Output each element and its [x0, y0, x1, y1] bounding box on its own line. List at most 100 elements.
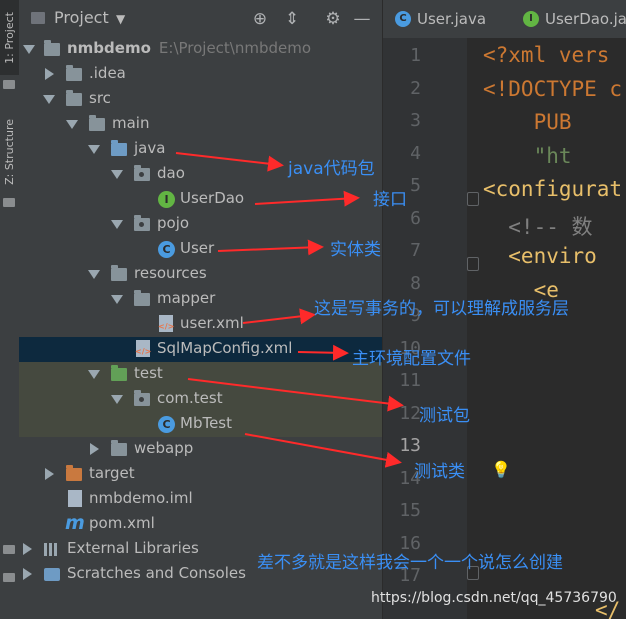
line-number: 8 — [410, 272, 421, 294]
annotation-entity-class: 实体类 — [330, 240, 381, 260]
line-number: 6 — [410, 207, 421, 229]
expand-arrow-icon[interactable] — [66, 120, 78, 129]
web-tool-icon[interactable] — [3, 573, 15, 582]
tree-label: webapp — [134, 439, 194, 457]
tree-row-mbtest[interactable]: C MbTest — [19, 412, 382, 437]
tree-label: User — [180, 239, 215, 257]
tab-user-java[interactable]: C User.java — [395, 0, 486, 38]
package-icon — [134, 390, 150, 406]
folder-icon — [134, 290, 150, 306]
tree-row-main[interactable]: main — [19, 112, 382, 137]
annotation-java-package: java代码包 — [288, 159, 375, 179]
code-line[interactable]: <!DOCTYPE c — [483, 77, 622, 101]
xml-file-icon — [135, 340, 151, 357]
expand-arrow-icon[interactable] — [88, 145, 100, 154]
web-folder-icon — [111, 440, 127, 456]
code-line[interactable]: "ht — [483, 144, 572, 168]
tree-label: MbTest — [180, 414, 233, 432]
annotation-main-config: 主环境配置文件 — [352, 349, 471, 369]
tree-label: target — [89, 464, 135, 482]
code-line[interactable]: <?xml vers — [483, 43, 609, 67]
tree-label: pom.xml — [89, 514, 155, 532]
tree-label: test — [134, 364, 163, 382]
expand-arrow-icon[interactable] — [88, 270, 100, 279]
module-folder-icon — [44, 40, 60, 56]
resources-folder-icon — [111, 265, 127, 281]
annotation-test-package: 测试包 — [419, 406, 470, 426]
tree-row-user[interactable]: C User — [19, 237, 382, 262]
expand-arrow-icon[interactable] — [111, 220, 123, 229]
tree-row-pojo[interactable]: pojo — [19, 212, 382, 237]
iml-file-icon — [68, 490, 82, 507]
collapsed-arrow-icon[interactable] — [45, 468, 54, 480]
chevron-down-icon[interactable]: ▼ — [116, 12, 125, 26]
annotation-footer-note: 差不多就是这样我会一个一个说怎么创建 — [257, 553, 563, 573]
folder-icon — [66, 65, 82, 81]
expand-arrow-icon[interactable] — [111, 395, 123, 404]
code-line[interactable]: PUB — [483, 110, 572, 134]
tree-label: mapper — [157, 289, 216, 307]
favorites-tool-icon[interactable] — [3, 545, 15, 554]
tree-row-com-test[interactable]: com.test — [19, 387, 382, 412]
expand-arrow-icon[interactable] — [111, 170, 123, 179]
tool-window-strip: 1: Project Z: Structure — [0, 0, 20, 619]
tree-row-sqlmapconfig[interactable]: SqlMapConfig.xml — [19, 337, 382, 362]
collapsed-arrow-icon[interactable] — [23, 543, 32, 555]
excluded-folder-icon — [66, 465, 82, 481]
annotation-test-class: 测试类 — [414, 462, 465, 482]
expand-arrow-icon[interactable] — [23, 45, 35, 54]
code-line[interactable]: <!-- 数 — [483, 211, 592, 241]
project-panel-header: Project ▼ ⊕ ⇕ ⚙ — — [19, 0, 382, 38]
tree-label: External Libraries — [67, 539, 199, 557]
expand-arrow-icon[interactable] — [111, 295, 123, 304]
expand-arrow-icon[interactable] — [88, 370, 100, 379]
collapsed-arrow-icon[interactable] — [45, 68, 54, 80]
collapse-all-icon[interactable]: ⇕ — [281, 8, 303, 30]
structure-tool-tab[interactable]: Z: Structure — [0, 112, 19, 192]
tree-label: Scratches and Consoles — [67, 564, 246, 582]
tree-row-iml[interactable]: nmbdemo.iml — [19, 487, 382, 512]
line-number: 7 — [410, 240, 421, 261]
tab-userdao-java[interactable]: IUserDao.jav — [523, 0, 626, 38]
project-view-title[interactable]: Project — [54, 8, 109, 27]
tree-label: SqlMapConfig.xml — [157, 339, 293, 357]
fold-marker-icon[interactable] — [467, 257, 479, 271]
folder-icon — [89, 115, 105, 131]
collapsed-arrow-icon[interactable] — [90, 443, 99, 455]
tree-row-idea[interactable]: .idea — [19, 62, 382, 87]
fold-marker-icon[interactable] — [467, 192, 479, 206]
code-line[interactable]: <enviro — [483, 244, 597, 268]
tree-row-userdao[interactable]: I UserDao — [19, 187, 382, 212]
tree-label: src — [89, 89, 111, 107]
annotation-interface: 接口 — [373, 190, 407, 210]
tree-label: dao — [157, 164, 185, 182]
line-number: 13 — [399, 435, 421, 456]
tree-label: pojo — [157, 214, 190, 232]
hide-icon[interactable]: — — [351, 8, 373, 30]
tree-row-pom[interactable]: m pom.xml — [19, 512, 382, 537]
tree-label: user.xml — [180, 314, 244, 332]
interface-icon: I — [523, 11, 539, 27]
gear-icon[interactable]: ⚙ — [322, 8, 344, 30]
interface-icon: I — [158, 191, 175, 208]
lightbulb-icon[interactable]: 💡 — [491, 460, 511, 479]
test-folder-icon — [111, 365, 127, 381]
tree-row-test[interactable]: test — [19, 362, 382, 387]
project-path: E:\Project\nmbdemo — [158, 39, 312, 57]
expand-arrow-icon[interactable] — [43, 95, 55, 104]
tree-row-webapp[interactable]: webapp — [19, 437, 382, 462]
package-icon — [134, 215, 150, 231]
maven-icon: m — [65, 512, 85, 534]
locate-icon[interactable]: ⊕ — [249, 8, 271, 30]
line-number: 1 — [410, 45, 421, 66]
tree-row-nmbdemo[interactable]: nmbdemo E:\Project\nmbdemo — [19, 37, 382, 62]
tree-row-resources[interactable]: resources — [19, 262, 382, 287]
project-tool-icon — [3, 80, 15, 89]
tree-label: resources — [134, 264, 207, 282]
tree-row-target[interactable]: target — [19, 462, 382, 487]
tree-label: UserDao — [180, 189, 245, 207]
tree-row-src[interactable]: src — [19, 87, 382, 112]
code-line[interactable]: <configurat — [483, 177, 622, 201]
collapsed-arrow-icon[interactable] — [23, 568, 32, 580]
project-tool-tab[interactable]: 1: Project — [0, 0, 19, 75]
